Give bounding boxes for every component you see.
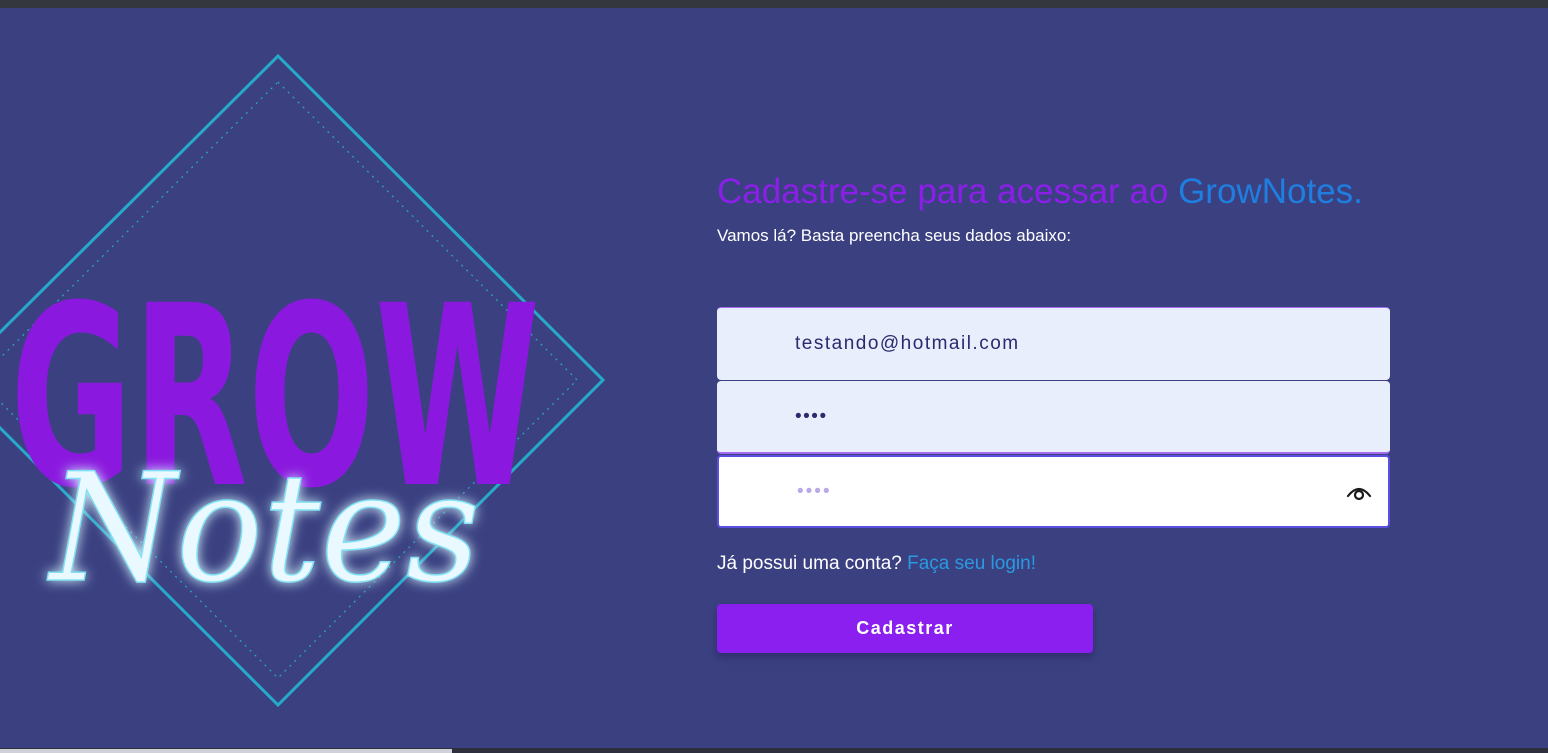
login-prompt-text: Já possui uma conta? — [717, 553, 902, 574]
password-input[interactable] — [717, 381, 1390, 452]
email-field-wrapper — [717, 307, 1390, 380]
confirm-password-field-wrapper — [717, 455, 1390, 528]
title-brand: GrowNotes. — [1178, 172, 1363, 211]
login-link[interactable]: Faça seu login! — [907, 553, 1036, 574]
confirm-password-input[interactable] — [719, 457, 1388, 526]
title-text: Cadastre-se para acessar ao — [717, 172, 1179, 211]
grownotes-logo: GROW Notes — [0, 50, 610, 710]
email-input[interactable] — [717, 308, 1390, 380]
scrollbar-thumb[interactable] — [0, 749, 452, 753]
window-top-bar — [0, 0, 1548, 8]
register-button[interactable]: Cadastrar — [717, 604, 1093, 653]
page-title: Cadastre-se para acessar ao GrowNotes. — [717, 172, 1363, 212]
page-subtitle: Vamos lá? Basta preencha seus dados abai… — [717, 226, 1072, 245]
login-prompt-line: Já possui uma conta? Faça seu login! — [717, 553, 1036, 575]
password-field-wrapper — [717, 381, 1390, 454]
logo-notes-text: Notes — [47, 442, 480, 616]
eye-icon[interactable] — [1346, 484, 1372, 502]
horizontal-scrollbar[interactable] — [0, 748, 1548, 753]
